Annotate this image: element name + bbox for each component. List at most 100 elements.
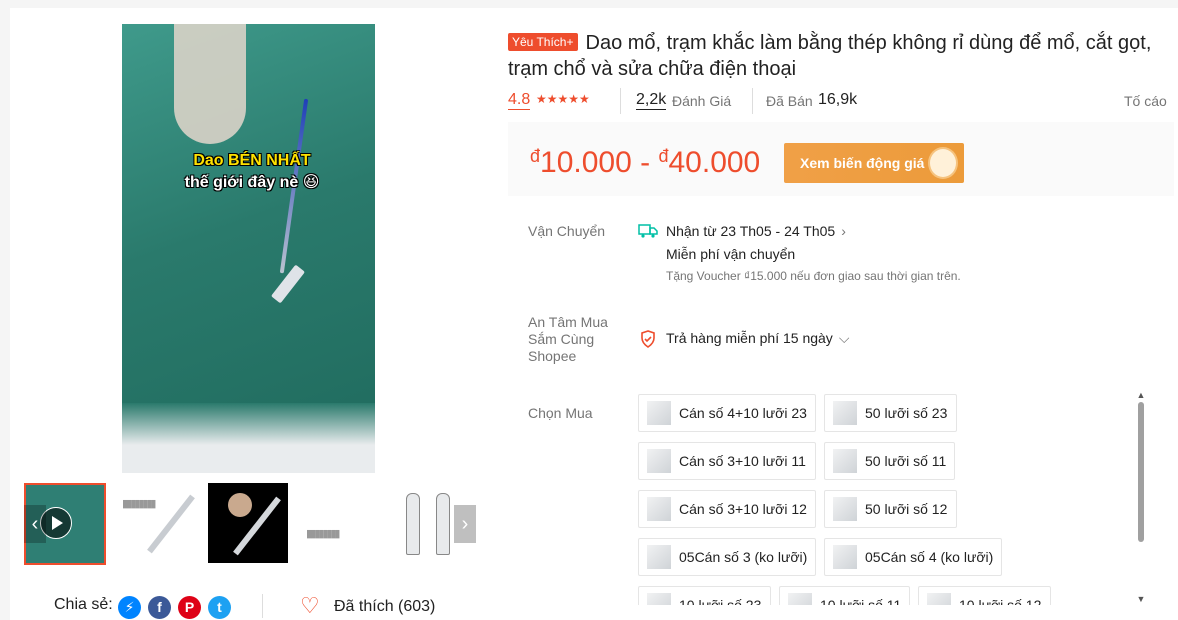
truck-icon — [638, 224, 658, 238]
video-bottom — [122, 403, 375, 473]
video-caption-line2: thế giới đây nè 😆 — [184, 174, 320, 191]
shipping-free: Miễn phí vận chuyển — [666, 246, 796, 262]
guarantee-label: An Tâm Mua Sắm Cùng Shopee — [528, 314, 608, 365]
variation-option[interactable]: 10 lưỡi số 12 — [918, 586, 1051, 605]
heart-icon: ♡ — [300, 593, 320, 618]
blade-shape-image — [406, 493, 420, 555]
thumb-blade-guide[interactable]: ▮▮▮▮▮▮▮▮ — [300, 483, 380, 563]
option-label: Cán số 4+10 lưỡi 23 — [679, 405, 807, 421]
price-range: đ10.000 - đ40.000 — [530, 138, 760, 181]
divider — [752, 88, 753, 114]
product-title: Yêu Thích+ Dao mổ, trạm khắc làm bằng thé… — [508, 30, 1168, 82]
shipping-eta[interactable]: Nhận từ 23 Th05 - 24 Th05 › — [666, 223, 846, 239]
video-caption: Dao BÉN NHẤT thế giới đây nè 😆 — [152, 150, 352, 194]
mascot-icon — [928, 147, 958, 179]
variation-option[interactable]: Cán số 3+10 lưỡi 11 — [638, 442, 816, 480]
option-label: 50 lưỡi số 11 — [865, 453, 947, 469]
sold-label: Đã Bán — [766, 93, 813, 109]
variation-option[interactable]: 10 lưỡi số 11 — [779, 586, 910, 605]
product-title-text: Dao mổ, trạm khắc làm bằng thép không rỉ… — [508, 32, 1152, 80]
favorite-badge: Yêu Thích+ — [508, 33, 578, 51]
shipping-label: Vận Chuyển — [528, 223, 606, 239]
option-thumbnail — [647, 449, 671, 473]
product-info: Yêu Thích+ Dao mổ, trạm khắc làm bằng thé… — [508, 0, 1178, 620]
video-caption-line1: Dao BÉN NHẤT — [193, 152, 311, 169]
guarantee-label-line1: An Tâm Mua — [528, 314, 608, 330]
variation-option[interactable]: 10 lưỡi số 23 — [638, 586, 771, 605]
product-photo — [228, 493, 252, 517]
variation-option[interactable]: Cán số 3+10 lưỡi 12 — [638, 490, 816, 528]
share-label: Chia sẻ: — [54, 596, 113, 613]
divider — [620, 88, 621, 114]
facebook-icon[interactable]: f — [148, 596, 171, 619]
like-count: Đã thích (603) — [334, 598, 436, 615]
thumbnail-strip: ▮▮▮▮▮▮▮▮ ▮▮▮▮▮▮▮▮ ‹ › — [24, 483, 476, 567]
variation-option[interactable]: 50 lưỡi số 11 — [824, 442, 955, 480]
scroll-up-icon[interactable]: ▲ — [1136, 390, 1146, 400]
scroll-down-icon[interactable]: ▼ — [1136, 594, 1146, 604]
thumb-black-scalpel[interactable] — [208, 483, 288, 563]
price-history-button[interactable]: Xem biến động giá — [784, 143, 964, 183]
variation-option[interactable]: 50 lưỡi số 12 — [824, 490, 957, 528]
option-label: 50 lưỡi số 12 — [865, 501, 948, 517]
options-scrollbar[interactable]: ▲ ▼ — [1134, 390, 1148, 604]
pinterest-icon[interactable]: P — [178, 596, 201, 619]
guarantee-label-line2: Sắm Cùng — [528, 331, 595, 347]
shipping-voucher: Tặng Voucher ₫15.000 nếu đơn giao sau th… — [666, 269, 961, 283]
price-max: 40.000 — [668, 146, 761, 179]
option-thumbnail — [833, 545, 857, 569]
option-label: 10 lưỡi số 23 — [679, 597, 762, 605]
star-rating-icon: ★★★★★ — [536, 92, 590, 106]
blade-shape-image — [436, 493, 450, 555]
variation-option[interactable]: 05Cán số 4 (ko lưỡi) — [824, 538, 1002, 576]
chevron-right-icon: › — [841, 223, 846, 239]
variation-options: Cán số 4+10 lưỡi 23 50 lưỡi số 23 Cán số… — [638, 392, 1138, 605]
option-thumbnail — [833, 449, 857, 473]
option-thumbnail — [788, 593, 812, 605]
currency-symbol: đ — [658, 146, 669, 166]
guarantee-label-line3: Shopee — [528, 348, 577, 364]
gloved-hand — [174, 24, 246, 144]
option-label: 10 lưỡi số 12 — [959, 597, 1042, 605]
rating-value[interactable]: 4.8 — [508, 91, 531, 110]
price-history-label: Xem biến động giá — [800, 155, 925, 171]
twitter-icon[interactable]: t — [208, 596, 231, 619]
currency-symbol: đ — [530, 146, 541, 166]
messenger-icon[interactable]: ⚡ — [118, 596, 141, 619]
option-label: 05Cán số 4 (ko lưỡi) — [865, 549, 994, 565]
variation-option[interactable]: 50 lưỡi số 23 — [824, 394, 957, 432]
option-label: 05Cán số 3 (ko lưỡi) — [679, 549, 808, 565]
chevron-down-icon: ⌵ — [838, 330, 850, 346]
price-min: 10.000 — [540, 146, 632, 179]
reviews-count[interactable]: 2,2k — [636, 91, 667, 110]
thumb-blades-handles[interactable]: ▮▮▮▮▮▮▮▮ — [116, 483, 196, 563]
option-label: 50 lưỡi số 23 — [865, 405, 948, 421]
sold-count: 16,9k — [818, 91, 858, 108]
divider — [262, 594, 263, 618]
option-thumbnail — [833, 401, 857, 425]
return-policy-text: Trả hàng miễn phí 15 ngày — [666, 330, 833, 346]
price-box: đ10.000 - đ40.000 Xem biến động giá — [508, 122, 1174, 196]
scrollbar-thumb[interactable] — [1138, 402, 1144, 542]
variation-label: Chọn Mua — [528, 405, 593, 421]
variation-option[interactable]: Cán số 4+10 lưỡi 23 — [638, 394, 816, 432]
reviews-label: Đánh Giá — [672, 93, 732, 109]
option-thumbnail — [927, 593, 951, 605]
option-thumbnail — [647, 497, 671, 521]
chevron-right-icon[interactable]: › — [454, 505, 476, 543]
price-dash: - — [640, 146, 651, 179]
report-link[interactable]: Tố cáo — [1124, 93, 1167, 109]
option-thumbnail — [833, 497, 857, 521]
option-thumbnail — [647, 401, 671, 425]
main-product-video[interactable]: Dao BÉN NHẤT thế giới đây nè 😆 — [122, 24, 375, 473]
option-label: Cán số 3+10 lưỡi 12 — [679, 501, 807, 517]
product-stats: 4.8 ★★★★★ 2,2k Đánh Giá Đã Bán 16,9k Tố … — [508, 88, 1168, 114]
variation-option[interactable]: 05Cán số 3 (ko lưỡi) — [638, 538, 816, 576]
blades-image: ▮▮▮▮▮▮▮▮ — [122, 498, 156, 510]
shield-check-icon — [641, 330, 655, 348]
return-policy[interactable]: Trả hàng miễn phí 15 ngày ⌵ — [666, 330, 849, 347]
chevron-left-icon[interactable]: ‹ — [24, 505, 46, 543]
option-thumbnail — [647, 593, 671, 605]
option-thumbnail — [647, 545, 671, 569]
shipping-eta-text: Nhận từ 23 Th05 - 24 Th05 — [666, 223, 836, 239]
